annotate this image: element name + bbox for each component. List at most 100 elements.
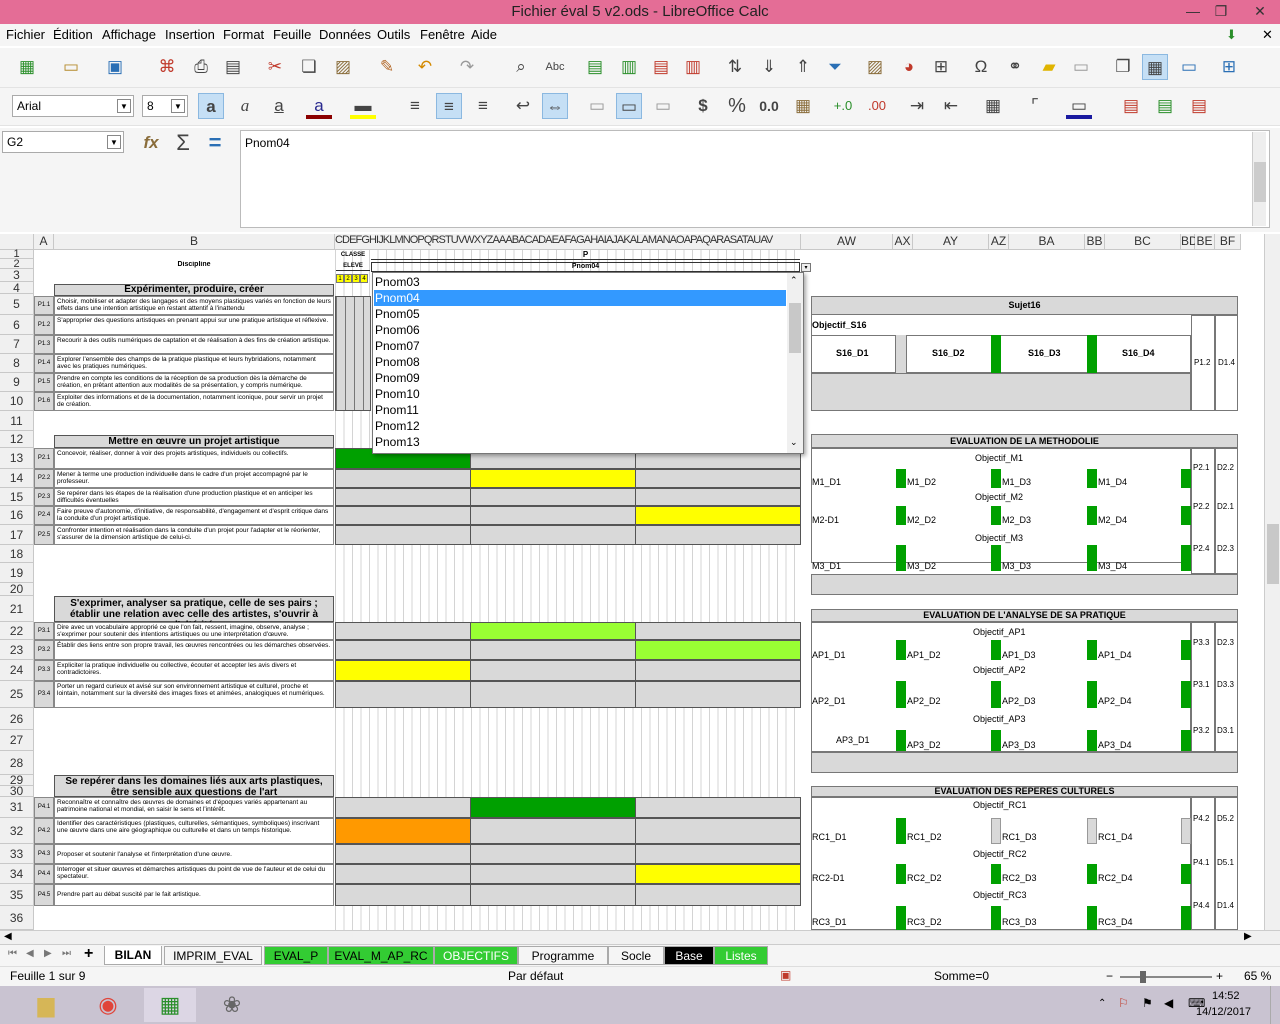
wrap-text-icon[interactable]: ↩	[510, 93, 536, 119]
color-scale-icon[interactable]: ▤	[1152, 93, 1178, 119]
first-sheet-icon[interactable]: ⏮	[8, 948, 17, 959]
font-color-icon[interactable]: a	[306, 93, 332, 119]
close-doc-icon[interactable]: ✕	[1262, 27, 1273, 43]
m2-flag[interactable]	[991, 506, 1001, 525]
increase-indent-icon[interactable]: ⇥	[904, 93, 930, 119]
ap1-flag[interactable]	[1087, 640, 1097, 660]
row-header[interactable]: 30	[0, 785, 34, 797]
rc2-flag[interactable]	[1181, 864, 1191, 884]
clock-date[interactable]: 14/12/2017	[1196, 1006, 1251, 1018]
row-header[interactable]: 27	[0, 730, 34, 751]
row-header[interactable]: 22	[0, 622, 34, 640]
hyperlink-icon[interactable]: ⚭	[1002, 54, 1028, 80]
eval-cell[interactable]	[335, 818, 471, 844]
eval-cell[interactable]	[470, 681, 636, 708]
rc1-flag[interactable]	[896, 818, 906, 844]
row-header[interactable]: 31	[0, 797, 34, 818]
eval-cell[interactable]	[635, 681, 801, 708]
image-icon[interactable]: ▨	[862, 54, 888, 80]
menu-fenetre[interactable]: Fenêtre	[420, 27, 465, 42]
dropdown-option[interactable]: Pnom08	[374, 354, 786, 370]
print-icon[interactable]: ⎙	[188, 54, 214, 80]
tab-socle[interactable]: Socle	[608, 946, 664, 965]
row-header[interactable]: 11	[0, 411, 34, 431]
menu-format[interactable]: Format	[223, 27, 264, 42]
sort-icon[interactable]: ⇅	[722, 54, 748, 80]
highlight-icon[interactable]: ▬	[350, 93, 376, 119]
row-header[interactable]: 14	[0, 469, 34, 488]
m2-flag[interactable]	[896, 506, 906, 525]
sort-descending-icon[interactable]: ⇓	[756, 54, 782, 80]
eval-cell[interactable]	[470, 488, 636, 506]
row-header[interactable]: 18	[0, 545, 34, 563]
open-icon[interactable]: ▭	[58, 54, 84, 80]
row-header[interactable]: 5	[0, 294, 34, 315]
tab-listes[interactable]: Listes	[714, 946, 768, 965]
m2-flag[interactable]	[1181, 506, 1191, 525]
eval-cell[interactable]	[335, 525, 471, 545]
dropdown-option[interactable]: Pnom05	[374, 306, 786, 322]
chevron-up-icon[interactable]: ⌃	[790, 275, 798, 286]
eval-cell[interactable]	[470, 622, 636, 640]
eval-cell[interactable]	[635, 797, 801, 818]
headers-footers-icon[interactable]: ▭	[1068, 54, 1094, 80]
ap3-flag[interactable]	[991, 730, 1001, 751]
currency-icon[interactable]: $	[690, 93, 716, 119]
special-char-icon[interactable]: Ω	[968, 54, 994, 80]
eval-cell[interactable]	[635, 469, 801, 488]
col-header-bc[interactable]: BC	[1105, 234, 1181, 250]
row-header[interactable]: 12	[0, 431, 34, 448]
row-header[interactable]: 7	[0, 335, 34, 354]
name-box[interactable]: G2 ▼	[2, 131, 124, 153]
prev-sheet-icon[interactable]: ◀	[26, 948, 34, 959]
font-size-select[interactable]: 8 ▼	[142, 95, 188, 117]
function-wizard-icon[interactable]: fx	[138, 130, 164, 156]
copy-icon[interactable]: ❏	[296, 54, 322, 80]
data-bar-icon[interactable]: ▤	[1186, 93, 1212, 119]
eval-cell[interactable]	[635, 660, 801, 681]
eval-cell[interactable]	[470, 469, 636, 488]
define-print-area-icon[interactable]: ❐	[1110, 54, 1136, 80]
dropdown-option[interactable]: Pnom10	[374, 386, 786, 402]
split-window-icon[interactable]: ▭	[1176, 54, 1202, 80]
notification-icon[interactable]: ⚑	[1142, 996, 1153, 1010]
eval-cell[interactable]	[335, 797, 471, 818]
rc2-flag[interactable]	[896, 864, 906, 884]
doc-modified-icon[interactable]: ▣	[780, 968, 791, 982]
gimp-icon[interactable]: ❀	[206, 988, 258, 1022]
row-header[interactable]: 26	[0, 708, 34, 730]
eval-cell[interactable]	[635, 506, 801, 525]
percent-icon[interactable]: %	[724, 93, 750, 119]
maximize-icon[interactable]: ❐	[1206, 0, 1236, 24]
eval-cell[interactable]	[470, 864, 636, 884]
formula-input[interactable]: Pnom04	[240, 130, 1270, 228]
cell-dropdown-icon[interactable]: ▾	[801, 263, 811, 272]
zoom-out-icon[interactable]: −	[1106, 969, 1113, 983]
row-header[interactable]: 13	[0, 448, 34, 469]
eval-cell[interactable]	[335, 660, 471, 681]
row-header[interactable]: 28	[0, 751, 34, 775]
ap1-flag[interactable]	[991, 640, 1001, 660]
eval-cell[interactable]	[635, 844, 801, 864]
eval-cell[interactable]	[335, 469, 471, 488]
chart-icon[interactable]: ◕	[896, 54, 922, 80]
dropdown-option[interactable]: Pnom09	[374, 370, 786, 386]
scroll-left-icon[interactable]: ◀	[4, 931, 12, 942]
ap2-flag[interactable]	[1087, 681, 1097, 708]
delete-row-icon[interactable]: ▤	[648, 54, 674, 80]
italic-icon[interactable]: a	[232, 93, 258, 119]
ap1-flag[interactable]	[1181, 640, 1191, 660]
col-header-az[interactable]: AZ	[989, 234, 1009, 250]
volume-icon[interactable]: ◀	[1164, 996, 1173, 1010]
m1-flag[interactable]	[1181, 469, 1191, 488]
eval-cell[interactable]	[470, 640, 636, 660]
row-icon[interactable]: ▤	[582, 54, 608, 80]
ap2-flag[interactable]	[896, 681, 906, 708]
eval-cell[interactable]	[335, 681, 471, 708]
row-header[interactable]: 25	[0, 681, 34, 708]
row-header[interactable]: 8	[0, 354, 34, 373]
add-sheet-icon[interactable]: +	[84, 945, 93, 963]
sum-icon[interactable]: Σ	[170, 130, 196, 156]
m3-flag[interactable]	[1087, 545, 1097, 571]
sort-ascending-icon[interactable]: ⇑	[790, 54, 816, 80]
